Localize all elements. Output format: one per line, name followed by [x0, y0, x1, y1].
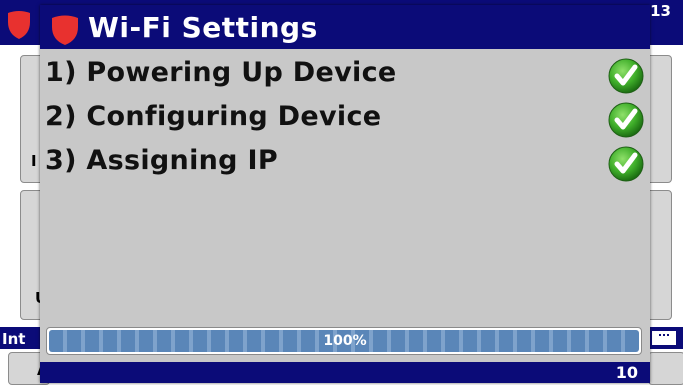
progress-bar: 100% [46, 327, 642, 355]
step-label: 2) Configuring Device [45, 101, 382, 132]
step-row-configuring: 2) Configuring Device [45, 101, 645, 141]
progress-area: 100% [40, 320, 650, 362]
dialog-title-bar: Wi-Fi Settings [40, 5, 650, 49]
step-row-assigning-ip: 3) Assigning IP [45, 145, 645, 185]
step-label: 3) Assigning IP [45, 145, 278, 176]
dialog-footer-bar: 10 [40, 362, 650, 383]
background-bottom-button-right[interactable] [648, 352, 683, 385]
check-icon [608, 102, 644, 138]
background-corner-number: 13 [650, 2, 671, 20]
ethernet-port-icon [650, 329, 678, 347]
step-label: 1) Powering Up Device [45, 57, 397, 88]
check-icon [608, 146, 644, 182]
footer-number: 10 [615, 363, 638, 382]
wifi-settings-dialog: Wi-Fi Settings 1) Powering Up Device 2) … [40, 5, 650, 383]
step-row-powering-up: 1) Powering Up Device [45, 57, 645, 97]
check-icon [608, 58, 644, 94]
dialog-title: Wi-Fi Settings [88, 11, 318, 44]
progress-label: 100% [323, 333, 367, 349]
shield-icon [8, 11, 30, 39]
background-card-glyph: I [31, 152, 37, 170]
background-status-label: Int [2, 330, 26, 348]
shield-icon [52, 15, 78, 45]
